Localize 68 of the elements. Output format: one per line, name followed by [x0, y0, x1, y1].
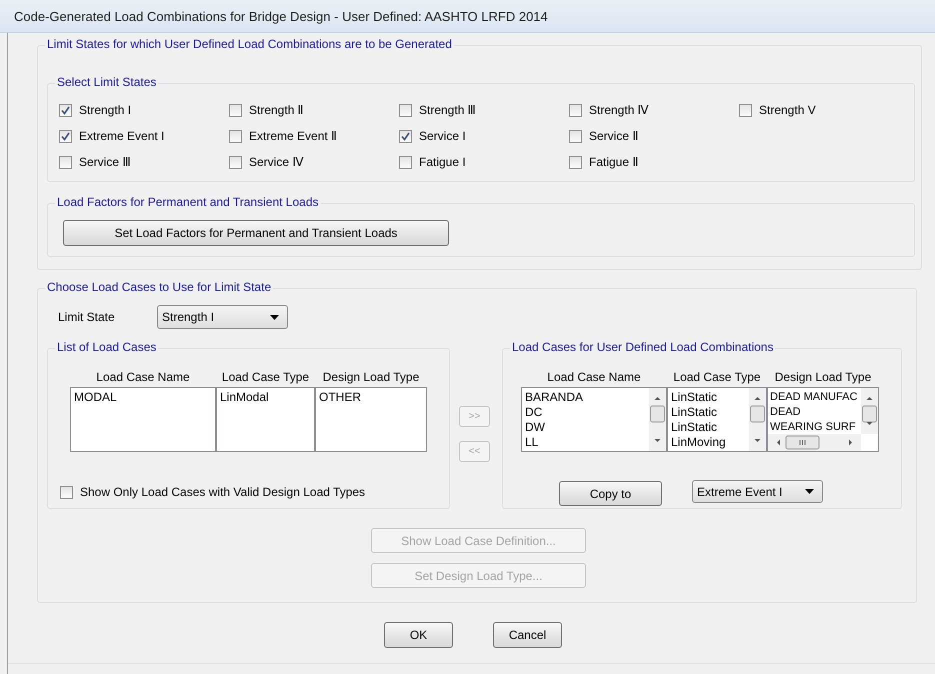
ok-button[interactable]: OK	[384, 622, 453, 648]
group-title: Select Limit States	[57, 75, 156, 89]
checkbox-label: Service Ⅱ	[589, 129, 638, 143]
list-cell[interactable]: BARANDA	[525, 390, 584, 405]
checkbox-label: Strength Ⅳ	[589, 103, 649, 117]
caret-icon	[805, 489, 814, 494]
checkbox-label: Fatigue Ⅱ	[589, 155, 638, 169]
checkbox[interactable]	[229, 130, 242, 142]
column-header: Load Case Type	[672, 370, 762, 386]
list-cell[interactable]: LinModal	[220, 390, 269, 405]
checkbox[interactable]	[569, 156, 582, 168]
list-cell[interactable]: DEAD	[770, 405, 801, 420]
checkbox[interactable]	[59, 104, 72, 116]
group-title: Limit States for which User Defined Load Combinations are to be Generated	[47, 37, 452, 51]
list-cell[interactable]: WEARING SURF	[770, 420, 856, 434]
checkbox-label: Service I	[419, 129, 466, 143]
scrollbar[interactable]	[749, 388, 766, 451]
set-load-factors-button[interactable]: Set Load Factors for Permanent and Transient Loads	[63, 220, 449, 246]
list-cell[interactable]: LinStatic	[671, 390, 718, 405]
column-header: Load Case Name	[546, 370, 642, 386]
dropdown[interactable]: Strength I	[157, 305, 288, 329]
list-cell[interactable]: LinStatic	[671, 420, 718, 435]
checkbox[interactable]	[60, 486, 73, 498]
checkbox[interactable]	[399, 130, 412, 142]
column-header: Design Load Type	[774, 370, 872, 386]
column-header: Design Load Type	[322, 370, 420, 386]
list-cell[interactable]: DW	[525, 420, 545, 435]
group-title: Choose Load Cases to Use for Limit State	[47, 280, 272, 294]
dropdown[interactable]: Extreme Event I	[692, 480, 823, 503]
list-cell[interactable]: DEAD MANUFAC	[770, 390, 858, 405]
group-title: List of Load Cases	[57, 340, 156, 354]
checkbox-label: Extreme Event I	[79, 129, 164, 143]
scrollbar[interactable]	[861, 388, 878, 434]
caret-icon	[270, 314, 279, 320]
column-header: Load Case Type	[220, 370, 310, 386]
list-cell[interactable]: DC	[525, 405, 542, 420]
field-label: Limit State	[58, 310, 116, 324]
checkbox-label: Strength Ⅲ	[419, 103, 476, 117]
checkbox-label: Fatigue I	[419, 155, 466, 169]
list-cell[interactable]: MODAL	[74, 390, 117, 405]
checkbox-label: Service Ⅲ	[79, 155, 130, 169]
list-cell[interactable]: OTHER	[319, 390, 361, 405]
checkbox-label: Strength V	[759, 103, 816, 117]
list-cell[interactable]: LinMoving	[671, 435, 726, 450]
checkbox[interactable]	[739, 104, 752, 116]
scrollbar[interactable]	[768, 434, 861, 451]
checkbox[interactable]	[59, 130, 72, 142]
scrollbar[interactable]	[649, 388, 666, 451]
checkbox[interactable]	[229, 104, 242, 116]
checkbox[interactable]	[399, 104, 412, 116]
checkbox[interactable]	[569, 104, 582, 116]
group-title: Load Factors for Permanent and Transient Loads	[57, 195, 318, 209]
checkbox-label: Extreme Event Ⅱ	[249, 129, 338, 143]
list-cell[interactable]: LinStatic	[671, 405, 718, 420]
copy-to-button[interactable]: Copy to	[559, 481, 662, 506]
checkbox[interactable]	[229, 156, 242, 168]
checkbox[interactable]	[569, 130, 582, 142]
group-title: Load Cases for User Defined Load Combinations	[512, 340, 774, 354]
checkbox-label: Strength I	[79, 103, 132, 117]
checkbox-label: Show Only Load Cases with Valid Design Load Types	[80, 485, 366, 499]
cancel-button[interactable]: Cancel	[493, 622, 562, 648]
column-header: Load Case Name	[95, 370, 191, 386]
list-cell[interactable]: LL	[525, 435, 538, 450]
window-title: Code-Generated Load Combinations for Bridge Design - User Defined: AASHTO LRFD 2014	[14, 8, 548, 24]
checkbox[interactable]	[399, 156, 412, 168]
checkbox-label: Strength Ⅱ	[249, 103, 304, 117]
checkbox[interactable]	[59, 156, 72, 168]
checkbox-label: Service Ⅳ	[249, 155, 304, 169]
